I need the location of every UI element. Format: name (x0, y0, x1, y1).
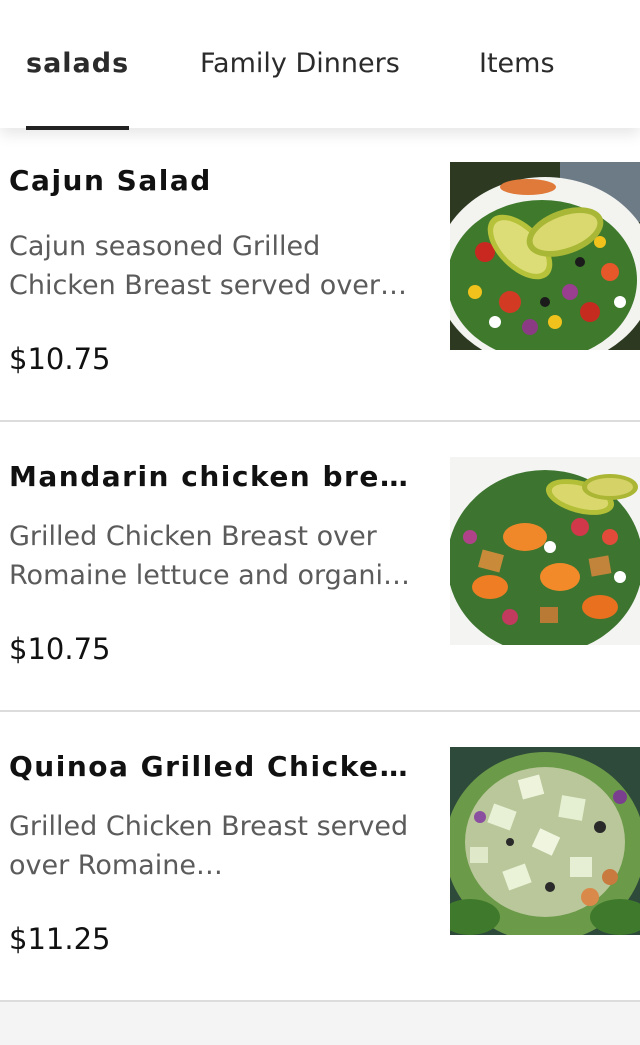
category-tab-bar: salads Family Dinners Items (0, 0, 640, 130)
menu-item-price: $10.75 (9, 342, 111, 376)
tab-salads[interactable]: salads (26, 44, 129, 84)
menu-item-description: Cajun seasoned Grilled Chicken Breast se… (9, 231, 408, 301)
menu-item-list: Cajun Salad Cajun seasoned Grilled Chick… (0, 128, 640, 1002)
menu-item-price: $11.25 (9, 922, 111, 956)
menu-item-name: Cajun Salad (9, 164, 212, 197)
menu-item[interactable]: Quinoa Grilled Chicken… Grilled Chicken … (0, 712, 640, 1002)
menu-item-price: $10.75 (9, 632, 111, 666)
quinoa-chicken-salad-photo[interactable] (450, 747, 640, 935)
menu-item-description: Grilled Chicken Breast over Romaine lett… (9, 521, 410, 591)
cajun-salad-photo[interactable] (450, 162, 640, 350)
menu-item-description: Grilled Chicken Breast served over Romai… (9, 811, 409, 881)
menu-item-name: Quinoa Grilled Chicken… (9, 750, 409, 783)
menu-item[interactable]: Cajun Salad Cajun seasoned Grilled Chick… (0, 128, 640, 422)
active-tab-indicator (26, 126, 129, 130)
tab-family-dinners[interactable]: Family Dinners (200, 44, 400, 84)
menu-item[interactable]: Mandarin chicken brea… Grilled Chicken B… (0, 422, 640, 712)
tab-items[interactable]: Items (479, 44, 555, 84)
mandarin-chicken-salad-photo[interactable] (450, 457, 640, 645)
menu-item-name: Mandarin chicken brea… (9, 460, 409, 493)
